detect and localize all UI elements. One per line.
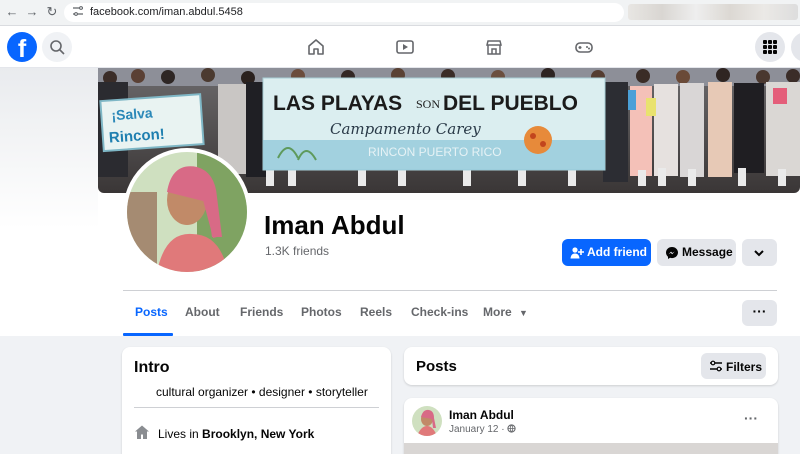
add-person-icon xyxy=(570,247,584,259)
site-info-icon[interactable] xyxy=(72,5,86,19)
facebook-logo-icon[interactable]: f xyxy=(7,32,37,63)
post-media[interactable] xyxy=(404,443,778,454)
post-author-name[interactable]: Iman Abdul xyxy=(449,408,514,422)
tab-more-label: More xyxy=(483,305,512,319)
tab-posts[interactable]: Posts xyxy=(135,305,168,319)
filters-button[interactable]: Filters xyxy=(701,353,766,379)
message-button[interactable]: Message xyxy=(657,239,736,266)
intro-title: Intro xyxy=(134,359,170,376)
posts-section-title: Posts xyxy=(416,358,457,375)
profile-avatar[interactable] xyxy=(123,148,251,276)
house-icon xyxy=(135,425,149,439)
post-date: January 12 · xyxy=(449,424,505,435)
tab-photos[interactable]: Photos xyxy=(301,305,342,319)
profile-more-button[interactable] xyxy=(742,239,777,266)
post-avatar-image xyxy=(412,406,442,436)
search-icon xyxy=(50,40,65,55)
post-card: Iman Abdul January 12 · ··· xyxy=(404,398,778,454)
svg-text:DEL PUEBLO: DEL PUEBLO xyxy=(443,92,578,115)
svg-text:¡Salva: ¡Salva xyxy=(111,105,153,124)
posts-header-card: Posts Filters xyxy=(404,347,778,385)
active-tab-indicator xyxy=(123,333,173,336)
messenger-icon xyxy=(666,247,678,259)
filters-icon xyxy=(710,360,722,372)
tab-check-ins[interactable]: Check-ins xyxy=(411,305,468,319)
reload-icon[interactable]: ↻ xyxy=(44,4,60,20)
header-divider xyxy=(123,290,777,291)
profile-picture-image xyxy=(127,152,247,272)
facebook-header: f xyxy=(0,26,800,68)
video-icon[interactable] xyxy=(394,36,416,58)
svg-text:RINCON PUERTO RICO: RINCON PUERTO RICO xyxy=(368,145,502,159)
menu-button[interactable] xyxy=(755,32,785,62)
intro-divider xyxy=(134,407,379,408)
lives-in-prefix: Lives in xyxy=(158,427,199,441)
post-options-button[interactable]: ··· xyxy=(744,410,758,426)
tabs-options-button[interactable]: ··· xyxy=(742,300,777,326)
tab-reels[interactable]: Reels xyxy=(360,305,392,319)
back-icon[interactable]: ← xyxy=(4,4,20,20)
grid-menu-icon xyxy=(763,40,777,54)
svg-text:LAS PLAYAS: LAS PLAYAS xyxy=(273,92,402,115)
intro-bio: cultural organizer • designer • storytel… xyxy=(156,385,368,399)
filters-label: Filters xyxy=(726,360,763,374)
tab-about[interactable]: About xyxy=(185,305,220,319)
marketplace-icon[interactable] xyxy=(483,36,505,58)
lives-in-place-link[interactable]: Brooklyn, New York xyxy=(202,427,314,441)
profile-name: Iman Abdul xyxy=(264,210,405,240)
friends-count-link[interactable]: 1.3K friends xyxy=(265,244,329,258)
gaming-icon[interactable] xyxy=(573,36,595,58)
chevron-down-icon xyxy=(754,250,764,257)
message-label: Message xyxy=(682,245,733,259)
browser-toolbar: ← → ↻ facebook.com/iman.abdul.5458 xyxy=(0,0,800,26)
post-timestamp[interactable]: January 12 · xyxy=(449,424,517,435)
svg-text:SON: SON xyxy=(416,97,440,111)
home-icon[interactable] xyxy=(305,36,327,58)
forward-icon[interactable]: → xyxy=(24,4,40,20)
tab-more[interactable]: More ▼ xyxy=(483,305,528,319)
caret-down-icon: ▼ xyxy=(519,308,528,318)
add-friend-label: Add friend xyxy=(587,245,647,259)
svg-text:Campamento Carey: Campamento Carey xyxy=(330,120,481,138)
address-bar[interactable]: facebook.com/iman.abdul.5458 xyxy=(64,3,624,22)
search-button[interactable] xyxy=(42,32,72,62)
globe-icon xyxy=(507,424,517,433)
more-dots-icon: ··· xyxy=(752,303,767,319)
blurred-extensions xyxy=(628,4,798,20)
post-author-avatar[interactable] xyxy=(412,406,442,436)
add-friend-button[interactable]: Add friend xyxy=(562,239,651,266)
intro-lives-in: Lives in Brooklyn, New York xyxy=(158,427,314,441)
messenger-button[interactable] xyxy=(791,32,800,62)
url-text: facebook.com/iman.abdul.5458 xyxy=(90,6,243,18)
intro-card: Intro cultural organizer • designer • st… xyxy=(122,347,391,454)
tab-friends[interactable]: Friends xyxy=(240,305,283,319)
page-side-background xyxy=(0,68,98,336)
